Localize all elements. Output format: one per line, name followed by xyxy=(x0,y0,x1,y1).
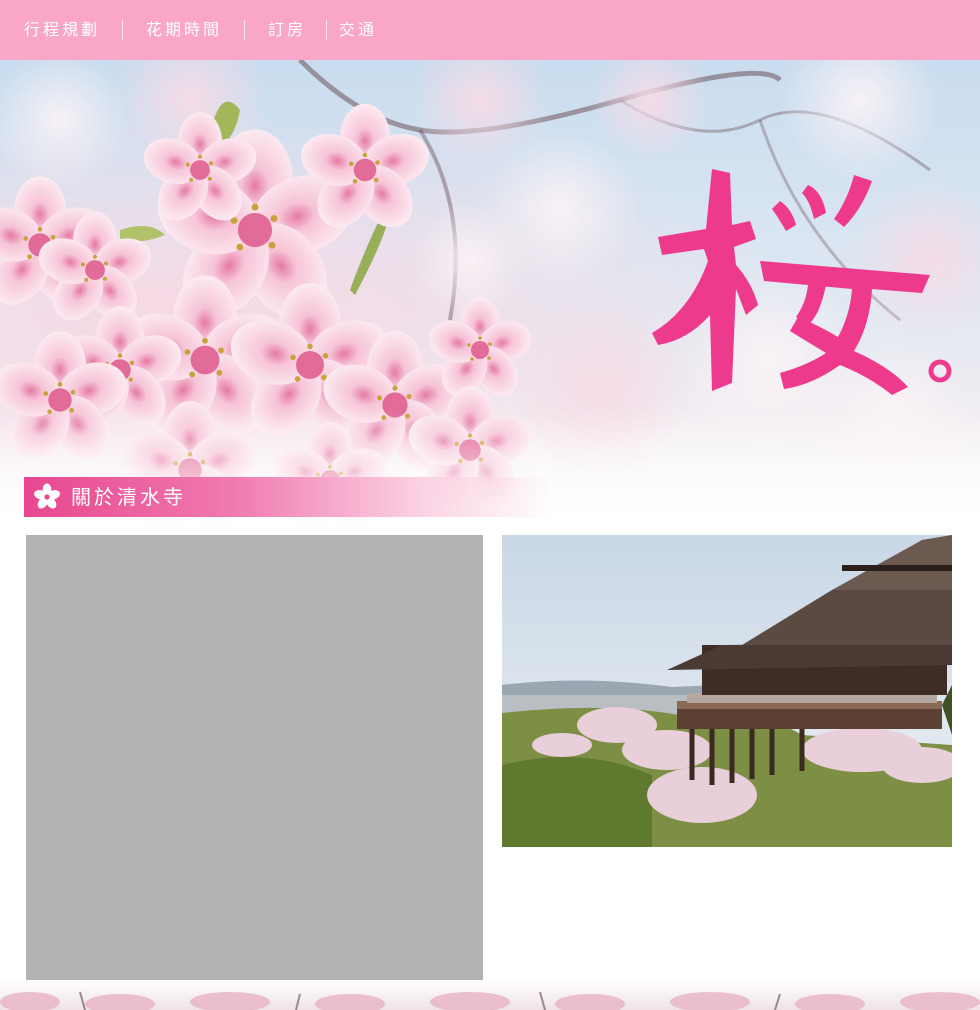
nav-divider xyxy=(244,20,246,40)
nav-item-booking[interactable]: 訂房 xyxy=(268,20,306,40)
nav-item-itinerary[interactable]: 行程規劃 xyxy=(24,20,100,40)
nav-item-bloom-time[interactable]: 花期時間 xyxy=(146,20,222,40)
section-header: 關於清水寺 xyxy=(24,477,554,517)
nav-item-transport[interactable]: 交通 xyxy=(339,20,377,40)
nav-divider xyxy=(122,20,124,40)
top-nav: 行程規劃 花期時間 訂房 交通 xyxy=(0,0,980,60)
sakura-logo xyxy=(652,169,952,395)
sakura-flower-icon xyxy=(34,483,60,509)
hero-banner xyxy=(0,60,980,530)
page: 行程規劃 花期時間 訂房 交通 關於清水寺 xyxy=(0,0,980,1010)
footer-blossom-strip xyxy=(0,980,980,1010)
section-title: 關於清水寺 xyxy=(71,485,186,509)
nav-divider xyxy=(326,20,328,40)
gray-placeholder-image xyxy=(26,535,483,980)
kiyomizu-dera-temple-photo xyxy=(502,535,952,847)
